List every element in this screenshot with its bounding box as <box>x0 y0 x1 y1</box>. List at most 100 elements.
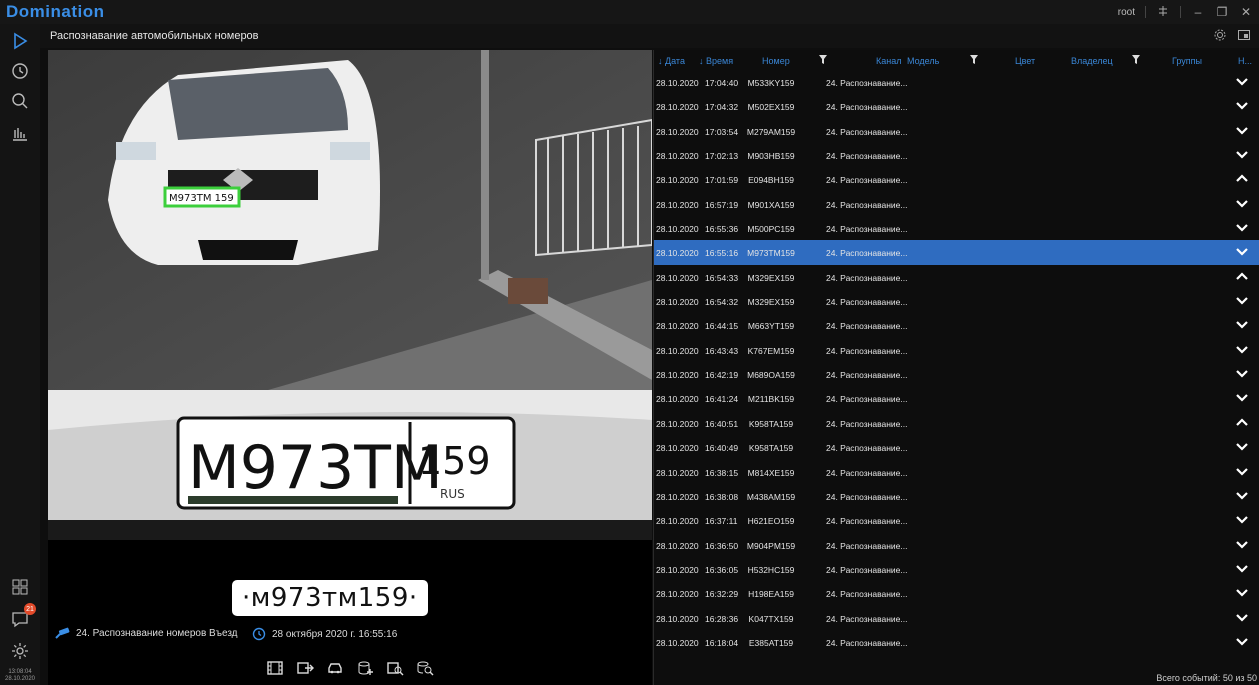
col-color[interactable]: Цвет <box>1015 56 1035 66</box>
table-row[interactable]: 28.10.2020 17:04:32 M502EX159 24. Распознав… <box>654 94 1259 118</box>
minimize-icon[interactable]: – <box>1191 5 1205 19</box>
filter-icon[interactable] <box>1132 55 1140 64</box>
stats-icon[interactable] <box>6 120 34 146</box>
separator <box>1180 6 1181 18</box>
row-number: M279AM159 <box>746 126 796 137</box>
table-row[interactable]: 28.10.2020 16:28:36 K047TX159 24. Распознав… <box>654 606 1259 630</box>
table-row[interactable]: 28.10.2020 16:55:16 M973TM159 24. Распознав… <box>654 240 1259 265</box>
table-row[interactable]: 28.10.2020 17:04:40 M533KY159 24. Распознав… <box>654 70 1259 94</box>
close-icon[interactable]: ✕ <box>1239 5 1253 19</box>
chevron-down-icon[interactable] <box>1236 295 1248 305</box>
chevron-down-icon[interactable] <box>1236 222 1248 232</box>
play-icon[interactable] <box>6 28 34 54</box>
chevron-down-icon[interactable] <box>1236 100 1248 110</box>
chevron-down-icon[interactable] <box>1236 612 1248 622</box>
col-last[interactable]: Н... <box>1238 56 1252 66</box>
settings-icon[interactable] <box>6 638 34 664</box>
col-owner[interactable]: Владелец <box>1071 56 1113 66</box>
chevron-down-icon[interactable] <box>1236 344 1248 354</box>
col-date[interactable]: ↓ Дата <box>658 56 685 66</box>
row-time: 17:04:40 <box>705 78 739 88</box>
chevron-up-icon[interactable] <box>1236 173 1248 183</box>
row-date: 28.10.2020 <box>656 102 699 113</box>
chevron-up-icon[interactable] <box>1236 417 1248 427</box>
table-row[interactable]: 28.10.2020 16:41:24 M211BK159 24. Распознав… <box>654 386 1259 410</box>
recognized-plate: ·м973тм159· <box>232 580 428 616</box>
table-row[interactable]: 28.10.2020 16:18:04 E385AT159 24. Распознав… <box>654 630 1259 654</box>
col-number[interactable]: Номер <box>762 56 790 66</box>
chevron-down-icon[interactable] <box>1236 514 1248 524</box>
table-row[interactable]: 28.10.2020 16:38:15 M814XE159 24. Распознав… <box>654 460 1259 484</box>
table-row[interactable]: 28.10.2020 16:43:43 K767EM159 24. Распознав… <box>654 338 1259 362</box>
chevron-down-icon[interactable] <box>1236 466 1248 476</box>
table-row[interactable]: 28.10.2020 16:32:29 H198EA159 24. Распознав… <box>654 581 1259 605</box>
chevron-down-icon[interactable] <box>1236 490 1248 500</box>
network-icon[interactable] <box>1156 5 1170 20</box>
col-time[interactable]: ↓ Время <box>699 56 733 66</box>
chevron-down-icon[interactable] <box>1236 198 1248 208</box>
chevron-down-icon[interactable] <box>1236 76 1248 86</box>
table-row[interactable]: 28.10.2020 16:54:33 M329EX159 24. Распознав… <box>654 265 1259 289</box>
camera-frame[interactable]: M973TM 159 <box>48 50 652 390</box>
history-icon[interactable] <box>6 58 34 84</box>
layout-icon[interactable] <box>6 574 34 600</box>
table-row[interactable]: 28.10.2020 17:01:59 E094BH159 24. Распознав… <box>654 167 1259 191</box>
row-date: 28.10.2020 <box>656 370 699 381</box>
chevron-down-icon[interactable] <box>1236 319 1248 329</box>
table-row[interactable]: 28.10.2020 16:36:50 M904PM159 24. Распознав… <box>654 533 1259 557</box>
chevron-down-icon[interactable] <box>1236 368 1248 378</box>
row-date: 28.10.2020 <box>656 491 699 502</box>
chevron-down-icon[interactable] <box>1236 246 1248 256</box>
row-time: 16:57:19 <box>705 199 739 210</box>
header-icons <box>1213 28 1251 42</box>
filter-icon[interactable] <box>970 55 978 64</box>
table-row[interactable]: 28.10.2020 16:55:36 M500PC159 24. Распознав… <box>654 216 1259 240</box>
row-number: K958TA159 <box>748 418 794 429</box>
search-db-icon[interactable] <box>416 660 434 676</box>
row-channel: 24. Распознавание... <box>826 102 908 113</box>
chevron-down-icon[interactable] <box>1236 563 1248 573</box>
chevron-down-icon[interactable] <box>1236 539 1248 549</box>
chevron-down-icon[interactable] <box>1236 149 1248 159</box>
table-row[interactable]: 28.10.2020 17:03:54 M279AM159 24. Распознав… <box>654 119 1259 143</box>
plate-crop[interactable]: M973TM 159 RUS <box>48 390 652 540</box>
table-row[interactable]: 28.10.2020 16:40:49 K958TA159 24. Распознав… <box>654 435 1259 459</box>
vehicle-icon[interactable] <box>326 660 344 676</box>
film-icon[interactable] <box>266 660 284 676</box>
notifications-icon[interactable]: 21 <box>6 603 36 632</box>
fullscreen-icon[interactable] <box>1237 28 1251 42</box>
row-channel: 24. Распознавание... <box>826 175 908 186</box>
table-row[interactable]: 28.10.2020 16:54:32 M329EX159 24. Распознав… <box>654 289 1259 313</box>
chevron-down-icon[interactable] <box>1236 125 1248 135</box>
filter-icon[interactable] <box>819 55 827 64</box>
table-row[interactable]: 28.10.2020 16:36:05 H532HC159 24. Распознав… <box>654 557 1259 581</box>
user-name[interactable]: root <box>1118 7 1135 18</box>
table-row[interactable]: 28.10.2020 16:40:51 K958TA159 24. Распознав… <box>654 411 1259 435</box>
event-timestamp: 28 октября 2020 г. 16:55:16 <box>272 628 398 640</box>
table-row[interactable]: 28.10.2020 16:44:15 M663YT159 24. Распознав… <box>654 313 1259 337</box>
search-plate-icon[interactable] <box>386 660 404 676</box>
chevron-down-icon[interactable] <box>1236 587 1248 597</box>
gear-icon[interactable] <box>1213 28 1227 42</box>
restore-icon[interactable]: ❐ <box>1215 5 1229 19</box>
col-groups[interactable]: Группы <box>1172 56 1202 66</box>
col-channel[interactable]: Канал <box>876 56 901 66</box>
crop-plate-region: 159 <box>418 439 491 483</box>
table-row[interactable]: 28.10.2020 16:38:08 M438AM159 24. Распознав… <box>654 484 1259 508</box>
search-icon[interactable] <box>6 88 34 114</box>
chevron-down-icon[interactable] <box>1236 636 1248 646</box>
table-row[interactable]: 28.10.2020 17:02:13 M903HB159 24. Распознав… <box>654 143 1259 167</box>
chevron-down-icon[interactable] <box>1236 441 1248 451</box>
table-row[interactable]: 28.10.2020 16:57:19 M901XA159 24. Распознав… <box>654 192 1259 216</box>
row-number: M814XE159 <box>747 467 795 478</box>
row-time: 16:55:16 <box>705 248 739 259</box>
table-row[interactable]: 28.10.2020 16:42:19 M689OA159 24. Распознав… <box>654 362 1259 386</box>
clock-icon <box>252 627 266 641</box>
export-icon[interactable] <box>296 660 314 676</box>
row-number: M211BK159 <box>747 394 795 405</box>
add-to-db-icon[interactable] <box>356 660 374 676</box>
col-model[interactable]: Модель <box>907 56 939 66</box>
table-row[interactable]: 28.10.2020 16:37:11 H621EO159 24. Распознав… <box>654 508 1259 532</box>
chevron-down-icon[interactable] <box>1236 392 1248 403</box>
chevron-up-icon[interactable] <box>1236 271 1248 281</box>
